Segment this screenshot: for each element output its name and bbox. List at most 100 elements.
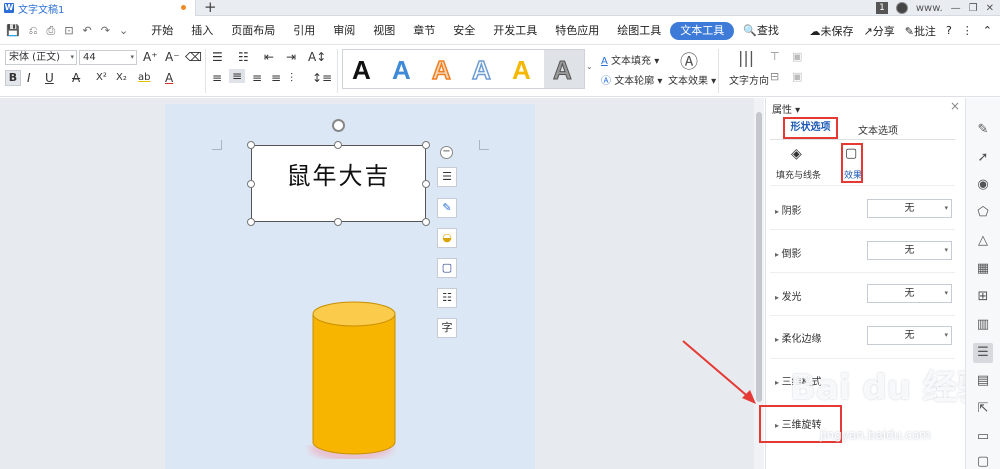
prop-shadow-label[interactable]: 阴影 [775, 202, 802, 217]
crop-icon[interactable]: ▣ [792, 70, 802, 83]
tab-references[interactable]: 引用 [284, 22, 324, 40]
tab-text-tools[interactable]: 文本工具 [670, 21, 735, 40]
print-icon[interactable]: ⎙ [47, 24, 56, 38]
save-icon[interactable]: 💾 [6, 24, 20, 38]
gallery-expand-icon[interactable]: ⌄ [586, 62, 593, 71]
layers-icon[interactable]: △ [973, 231, 993, 251]
page-count-badge[interactable]: 1 [876, 2, 888, 14]
wrap-icon[interactable]: ☷ [437, 288, 457, 308]
shrink-font-icon[interactable]: A⁻ [165, 50, 180, 64]
close-icon[interactable]: × [950, 99, 960, 113]
image-icon[interactable]: ▣ [792, 50, 802, 63]
resize-handle[interactable] [422, 180, 430, 188]
style-blue-outline[interactable]: A [471, 54, 491, 86]
text-box[interactable]: 鼠年大吉 [251, 145, 426, 222]
soft-edge-select[interactable]: 无 ▾ [867, 326, 952, 345]
collapse-icon[interactable]: ⌃ [983, 24, 992, 37]
style-gray[interactable]: A [553, 55, 573, 86]
font-color-button[interactable]: A [165, 71, 173, 85]
share-button[interactable]: ↗分享 [864, 23, 895, 39]
restore-icon[interactable]: ❐ [969, 3, 978, 14]
align-left-icon[interactable]: ≡ [212, 71, 222, 85]
export-icon[interactable]: ⇱ [973, 399, 993, 419]
panel-title[interactable]: 属性 ▾ [772, 101, 800, 116]
collapse-toolbar-icon[interactable]: − [440, 146, 453, 159]
tab-home[interactable]: 开始 [142, 22, 182, 40]
align-top-icon[interactable]: ⊤ [770, 50, 780, 63]
cylinder-shape[interactable] [295, 292, 415, 469]
text-direction-button[interactable]: 文字方向 [729, 72, 769, 87]
numbered-list-icon[interactable]: ☷ [238, 50, 249, 64]
text-size-icon[interactable]: A↕ [308, 50, 326, 64]
tab-view[interactable]: 视图 [364, 22, 404, 40]
tab-shape-options[interactable]: 形状选项 [783, 117, 838, 139]
bold-button[interactable]: B [5, 70, 21, 86]
sub-tab-fill-line[interactable]: 填充与线条 [776, 168, 821, 181]
align-center-icon[interactable]: ≡ [229, 69, 246, 83]
tab-developer[interactable]: 开发工具 [484, 22, 546, 40]
font-name-select[interactable]: 宋体 (正文) ▾ [5, 50, 77, 65]
pen-icon[interactable]: ✎ [437, 198, 457, 218]
grow-font-icon[interactable]: A⁺ [143, 50, 158, 64]
strikethrough-button[interactable]: A [72, 71, 80, 85]
page-icon[interactable]: ▤ [973, 371, 993, 391]
resize-handle[interactable] [247, 218, 255, 226]
char-icon[interactable]: 字 [437, 318, 457, 338]
underline-button[interactable]: U [45, 71, 54, 85]
minimize-icon[interactable]: — [951, 3, 961, 14]
location-icon[interactable]: ◉ [973, 175, 993, 195]
style-orange-outline[interactable]: A [431, 54, 451, 86]
tab-security[interactable]: 安全 [444, 22, 484, 40]
annotate-button[interactable]: ✎批注 [905, 23, 936, 39]
prop-glow-label[interactable]: 发光 [775, 288, 802, 303]
search-button[interactable]: 🔍查找 [734, 22, 788, 40]
font-size-select[interactable]: 44 ▾ [79, 50, 137, 65]
subscript-button[interactable]: X₂ [116, 71, 127, 85]
pointer-icon[interactable]: ➚ [973, 148, 993, 168]
preview-icon[interactable]: ⊡ [64, 24, 73, 38]
help-button[interactable]: ? [946, 24, 952, 37]
fill-icon[interactable]: ◒ [437, 228, 457, 248]
prop-soft-edge-label[interactable]: 柔化边缘 [775, 330, 822, 345]
tab-page-layout[interactable]: 页面布局 [222, 22, 284, 40]
italic-button[interactable]: I [27, 71, 31, 85]
tab-insert[interactable]: 插入 [182, 22, 222, 40]
tab-section[interactable]: 章节 [404, 22, 444, 40]
properties-icon[interactable]: ☰ [973, 343, 993, 363]
decrease-indent-icon[interactable]: ⇤ [264, 50, 274, 64]
rotate-handle-icon[interactable] [332, 119, 345, 132]
style-blue[interactable]: A [392, 55, 411, 85]
archive-icon[interactable]: ▭ [973, 427, 993, 447]
increase-indent-icon[interactable]: ⇥ [286, 50, 296, 64]
line-spacing-icon[interactable]: ↕≡ [312, 71, 332, 85]
justify-icon[interactable]: ≡ [271, 71, 281, 85]
text-fill-button[interactable]: A 文本填充 ▾ [601, 52, 659, 67]
undo-history-icon[interactable]: ⎌ [29, 24, 38, 38]
more-chevron-icon[interactable]: ⌄ [119, 24, 128, 38]
tab-text-options[interactable]: 文本选项 [858, 122, 898, 137]
pen-icon[interactable]: ✎ [973, 120, 993, 140]
avatar[interactable] [895, 2, 908, 14]
more-icon[interactable]: ⋮ [962, 24, 973, 37]
chart-icon[interactable]: ▥ [973, 315, 993, 335]
text-style-gallery[interactable]: A A A A A A [342, 49, 585, 89]
tab-drawing-tools[interactable]: 绘图工具 [608, 22, 670, 40]
grid-icon[interactable]: ⊞ [973, 287, 993, 307]
align-right-icon[interactable]: ≡ [252, 71, 262, 85]
prop-reflection-label[interactable]: 倒影 [775, 245, 802, 260]
resize-handle[interactable] [247, 141, 255, 149]
text-outline-button[interactable]: Ⓐ 文本轮廓 ▾ [601, 72, 662, 87]
text-box-content[interactable]: 鼠年大吉 [287, 156, 391, 191]
shape-icon[interactable]: ⬠ [973, 203, 993, 223]
reflection-select[interactable]: 无 ▾ [867, 241, 952, 260]
resize-handle[interactable] [334, 218, 342, 226]
tab-special[interactable]: 特色应用 [546, 22, 608, 40]
clear-format-icon[interactable]: ⌫ [185, 50, 202, 64]
resize-handle[interactable] [422, 141, 430, 149]
glow-select[interactable]: 无 ▾ [867, 284, 952, 303]
more-icon[interactable]: ▢ [973, 452, 993, 469]
align-middle-icon[interactable]: ⊟ [770, 70, 779, 83]
shadow-select[interactable]: 无 ▾ [867, 199, 952, 218]
resize-handle[interactable] [422, 218, 430, 226]
unsaved-button[interactable]: ☁未保存 [810, 23, 854, 39]
